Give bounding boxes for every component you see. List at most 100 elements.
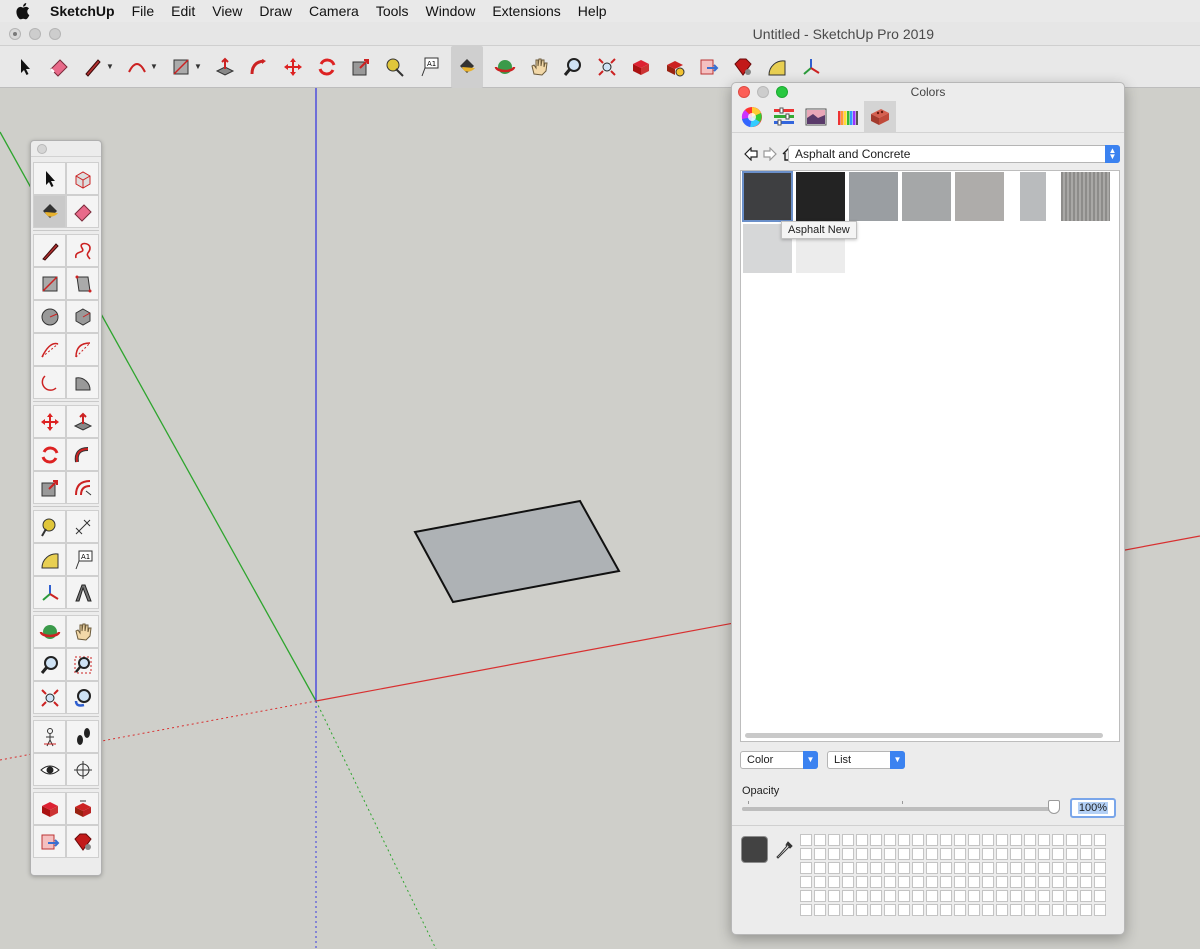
tab-image-palette[interactable] — [800, 101, 832, 133]
saved-color-cell[interactable] — [842, 890, 854, 902]
palette-pan-button[interactable] — [66, 615, 99, 648]
saved-color-cell[interactable] — [996, 904, 1008, 916]
saved-color-cell[interactable] — [828, 876, 840, 888]
palette-eraser-button[interactable] — [66, 195, 99, 228]
saved-color-cell[interactable] — [1080, 834, 1092, 846]
view-select[interactable]: List ▼ — [827, 751, 905, 769]
opacity-slider[interactable] — [742, 800, 1060, 814]
saved-color-cell[interactable] — [870, 904, 882, 916]
back-button[interactable] — [742, 145, 760, 163]
toolbar-eraser-button[interactable] — [47, 55, 71, 79]
palette-position-camera-button[interactable] — [33, 720, 66, 753]
palette-paint-bucket-button[interactable] — [33, 195, 66, 228]
palette-zoom-extents-button[interactable] — [33, 681, 66, 714]
saved-color-cell[interactable] — [1024, 890, 1036, 902]
menu-camera[interactable]: Camera — [309, 0, 359, 22]
palette-3d-text-button[interactable] — [66, 576, 99, 609]
saved-color-cell[interactable] — [982, 848, 994, 860]
toolbar-pan-button[interactable] — [527, 55, 551, 79]
saved-color-cell[interactable] — [1080, 904, 1092, 916]
toolbar-zoom-button[interactable] — [561, 55, 585, 79]
saved-color-cell[interactable] — [814, 876, 826, 888]
saved-color-cell[interactable] — [982, 904, 994, 916]
swatch-concrete-3[interactable] — [955, 172, 1004, 221]
saved-color-cell[interactable] — [968, 834, 980, 846]
colors-minimize-button[interactable] — [757, 86, 769, 98]
saved-color-cell[interactable] — [940, 876, 952, 888]
palette-push-pull-button[interactable] — [66, 405, 99, 438]
menu-tools[interactable]: Tools — [376, 0, 409, 22]
palette-previous-view-button[interactable] — [66, 681, 99, 714]
saved-color-cell[interactable] — [982, 890, 994, 902]
toolbar-select-button[interactable] — [13, 55, 37, 79]
saved-color-cell[interactable] — [842, 904, 854, 916]
palette-offset-button[interactable] — [66, 471, 99, 504]
rectangle-face[interactable] — [413, 499, 621, 604]
saved-color-cell[interactable] — [1066, 876, 1078, 888]
opacity-input[interactable]: 100% — [1070, 798, 1116, 818]
toolbar-extension-manager-button[interactable] — [731, 55, 755, 79]
horizontal-scrollbar[interactable] — [745, 733, 1103, 738]
saved-color-cell[interactable] — [1080, 862, 1092, 874]
toolbar-tape-measure-button[interactable] — [383, 55, 407, 79]
saved-color-cell[interactable] — [912, 876, 924, 888]
saved-color-cell[interactable] — [828, 904, 840, 916]
menu-help[interactable]: Help — [578, 0, 607, 22]
toolbar-line-button[interactable]: ▼ — [81, 55, 115, 79]
saved-color-cell[interactable] — [856, 834, 868, 846]
menu-file[interactable]: File — [132, 0, 155, 22]
palette-follow-me-button[interactable] — [66, 438, 99, 471]
saved-color-cell[interactable] — [968, 848, 980, 860]
saved-color-cell[interactable] — [800, 848, 812, 860]
palette-scale-button[interactable] — [33, 471, 66, 504]
colors-zoom-button[interactable] — [776, 86, 788, 98]
saved-color-cell[interactable] — [940, 862, 952, 874]
saved-color-cell[interactable] — [968, 876, 980, 888]
saved-color-cell[interactable] — [1052, 890, 1064, 902]
palette-polygon-button[interactable] — [66, 300, 99, 333]
saved-color-cell[interactable] — [1038, 904, 1050, 916]
saved-color-cell[interactable] — [800, 876, 812, 888]
palette-protractor-button[interactable] — [33, 543, 66, 576]
palette-rotated-rectangle-button[interactable] — [66, 267, 99, 300]
saved-color-cell[interactable] — [814, 834, 826, 846]
palette-zoom-button[interactable] — [33, 648, 66, 681]
saved-color-cell[interactable] — [1038, 848, 1050, 860]
palette-section-plane-button[interactable] — [66, 753, 99, 786]
toolbar-scale-button[interactable] — [349, 55, 373, 79]
palette-two-point-arc-button[interactable] — [66, 333, 99, 366]
saved-color-cell[interactable] — [996, 862, 1008, 874]
saved-color-cell[interactable] — [842, 848, 854, 860]
saved-color-cell[interactable] — [856, 876, 868, 888]
saved-color-cell[interactable] — [828, 890, 840, 902]
saved-color-cell[interactable] — [800, 834, 812, 846]
swatch-asphalt-new[interactable] — [742, 171, 793, 222]
saved-color-cell[interactable] — [898, 876, 910, 888]
palette-share-model-button[interactable] — [66, 792, 99, 825]
saved-color-cell[interactable] — [912, 848, 924, 860]
saved-color-cell[interactable] — [884, 890, 896, 902]
saved-color-cell[interactable] — [1094, 890, 1106, 902]
saved-color-cell[interactable] — [996, 834, 1008, 846]
palette-select-button[interactable] — [33, 162, 66, 195]
swatch-concrete-ribbed[interactable] — [1061, 172, 1110, 221]
palette-axes-button[interactable] — [33, 576, 66, 609]
opacity-slider-knob[interactable] — [1048, 800, 1060, 814]
saved-color-cell[interactable] — [1094, 876, 1106, 888]
saved-color-cell[interactable] — [1010, 848, 1022, 860]
saved-color-cell[interactable] — [870, 876, 882, 888]
toolbar-warehouse-button[interactable] — [629, 55, 653, 79]
saved-color-cell[interactable] — [870, 834, 882, 846]
saved-color-cell[interactable] — [828, 848, 840, 860]
saved-color-cell[interactable] — [1066, 862, 1078, 874]
saved-color-cell[interactable] — [870, 848, 882, 860]
saved-color-cell[interactable] — [1010, 890, 1022, 902]
saved-color-cell[interactable] — [884, 904, 896, 916]
saved-color-cell[interactable] — [912, 862, 924, 874]
saved-color-cell[interactable] — [1010, 834, 1022, 846]
saved-color-cell[interactable] — [842, 876, 854, 888]
saved-color-cell[interactable] — [1066, 834, 1078, 846]
saved-color-cell[interactable] — [926, 834, 938, 846]
toolbar-arc-button[interactable]: ▼ — [125, 55, 159, 79]
saved-color-cell[interactable] — [912, 904, 924, 916]
